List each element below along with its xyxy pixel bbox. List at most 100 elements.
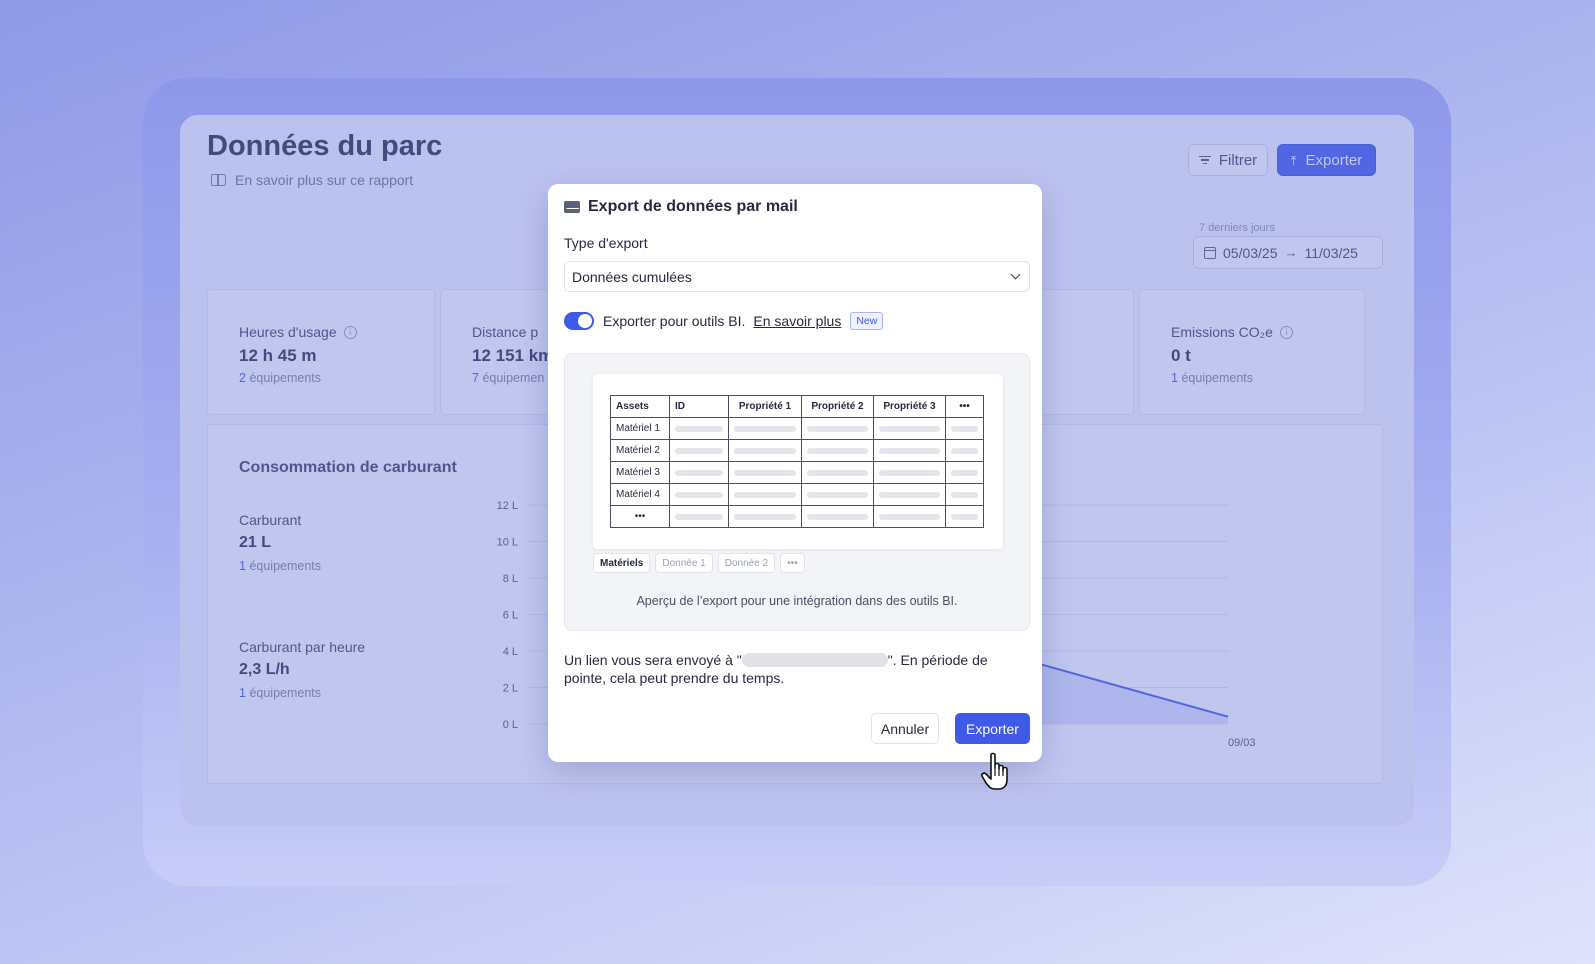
date-range-caption: 7 derniers jours: [1199, 222, 1275, 234]
preview-table: Assets ID Propriété 1 Propriété 2 Propri…: [610, 395, 984, 528]
kpi-label: Emissions CO₂e: [1171, 324, 1273, 340]
placeholder-bar: [879, 469, 940, 476]
kpi-card-emissions: Emissions CO₂e i 0 t 1 équipements: [1139, 289, 1365, 415]
hand-pointer-cursor-icon: [981, 752, 1008, 790]
preview-row: Matériel 3: [610, 461, 984, 484]
learn-more-label: En savoir plus sur ce rapport: [235, 172, 414, 188]
placeholder-bar: [879, 447, 940, 454]
placeholder-bar: [807, 469, 868, 476]
kpi-value: 12 h 45 m: [239, 346, 317, 365]
export-type-select[interactable]: Données cumulées: [564, 261, 1030, 292]
calendar-icon: [1204, 246, 1216, 259]
metric-count: 1: [239, 686, 246, 700]
placeholder-cell: [945, 417, 984, 440]
row-label: Matériel 3: [610, 461, 670, 484]
spreadsheet-preview: Assets ID Propriété 1 Propriété 2 Propri…: [593, 374, 1003, 549]
placeholder-bar: [951, 513, 978, 520]
preview-row: •••: [610, 505, 984, 528]
y-tick-label: 12 L: [497, 500, 518, 512]
placeholder-cell: [945, 461, 984, 484]
y-tick-label: 2 L: [503, 683, 518, 695]
bi-export-preview: Assets ID Propriété 1 Propriété 2 Propri…: [564, 353, 1030, 631]
placeholder-bar: [734, 447, 796, 454]
date-range-picker[interactable]: 05/03/25 → 11/03/25: [1193, 236, 1383, 269]
kpi-value: 0 t: [1171, 346, 1191, 365]
notice-before: Un lien vous sera envoyé à ": [564, 652, 742, 668]
book-icon: [211, 174, 226, 186]
filter-label: Filtrer: [1218, 151, 1258, 169]
kpi-value: 12 151 km: [472, 346, 554, 365]
kpi-unit: équipements: [249, 371, 322, 385]
x-tick-label: 09/03: [1228, 737, 1256, 749]
placeholder-cell: [728, 417, 802, 440]
placeholder-bar: [879, 425, 940, 432]
page-title: Données du parc: [207, 130, 443, 162]
placeholder-bar: [879, 513, 940, 520]
placeholder-cell: [728, 483, 802, 506]
placeholder-cell: [801, 417, 874, 440]
y-tick-label: 0 L: [503, 719, 518, 731]
row-label: •••: [610, 505, 670, 528]
placeholder-cell: [728, 461, 802, 484]
sheet-tabs: Matériels Donnée 1 Donnée 2 •••: [593, 553, 805, 573]
placeholder-cell: [945, 505, 984, 528]
metric-count: 1: [239, 559, 246, 573]
placeholder-bar: [807, 425, 868, 432]
placeholder-bar: [675, 469, 723, 476]
sheet-tab: Donnée 1: [655, 553, 713, 573]
new-badge: New: [850, 312, 884, 330]
sheet-tab: Matériels: [593, 553, 651, 573]
placeholder-bar: [734, 469, 796, 476]
metric-unit: équipements: [249, 686, 322, 700]
email-notice: Un lien vous sera envoyé à " ". En périod…: [564, 651, 1024, 687]
placeholder-cell: [669, 461, 729, 484]
row-label: Matériel 4: [610, 483, 670, 506]
placeholder-cell: [669, 417, 729, 440]
placeholder-cell: [801, 461, 874, 484]
y-tick-label: 4 L: [503, 646, 518, 658]
y-tick-label: 8 L: [503, 573, 518, 585]
placeholder-bar: [951, 491, 978, 498]
bi-export-toggle[interactable]: [564, 312, 594, 330]
kpi-count: 2: [239, 371, 246, 385]
kpi-card-usage-hours: Heures d'usage i 12 h 45 m 2 équipements: [207, 289, 435, 415]
placeholder-bar: [951, 425, 978, 432]
placeholder-bar: [951, 447, 978, 454]
placeholder-bar: [807, 491, 868, 498]
metric-fuel-per-hour: Carburant par heure 2,3 L/h 1 équipement…: [239, 639, 365, 700]
placeholder-cell: [873, 417, 946, 440]
info-icon[interactable]: i: [343, 325, 357, 339]
learn-more-link[interactable]: En savoir plus sur ce rapport: [211, 172, 413, 188]
kpi-unit: équipemen: [482, 371, 545, 385]
modal-title: Export de données par mail: [588, 198, 798, 215]
placeholder-bar: [951, 469, 978, 476]
column-header: ID: [669, 395, 729, 418]
placeholder-bar: [675, 425, 723, 432]
export-button-top[interactable]: ⤒ Exporter: [1277, 144, 1376, 176]
placeholder-bar: [807, 447, 868, 454]
placeholder-bar: [734, 513, 796, 520]
info-icon[interactable]: i: [1279, 325, 1293, 339]
metric-value: 21 L: [239, 534, 272, 551]
placeholder-cell: [669, 483, 729, 506]
metric-value: 2,3 L/h: [239, 661, 290, 678]
metric-label: Carburant: [239, 512, 302, 528]
kpi-count: 7: [472, 371, 479, 385]
placeholder-cell: [945, 483, 984, 506]
mail-tray-icon: [564, 201, 580, 213]
confirm-export-button[interactable]: Exporter: [955, 713, 1030, 744]
placeholder-cell: [669, 439, 729, 462]
column-header: Assets: [610, 395, 670, 418]
arrow-right-icon: →: [1284, 245, 1298, 260]
column-header: Propriété 3: [873, 395, 946, 418]
sheet-tab: Donnée 2: [717, 553, 776, 573]
placeholder-cell: [669, 505, 729, 528]
filter-button[interactable]: Filtrer: [1188, 144, 1268, 176]
placeholder-bar: [675, 491, 723, 498]
more-columns-icon: •••: [945, 395, 984, 418]
metric-label: Carburant par heure: [239, 639, 366, 655]
cancel-button[interactable]: Annuler: [871, 713, 939, 744]
bi-learn-more-link[interactable]: En savoir plus: [753, 313, 841, 329]
filter-icon: [1198, 155, 1211, 165]
kpi-count: 1: [1171, 371, 1178, 385]
